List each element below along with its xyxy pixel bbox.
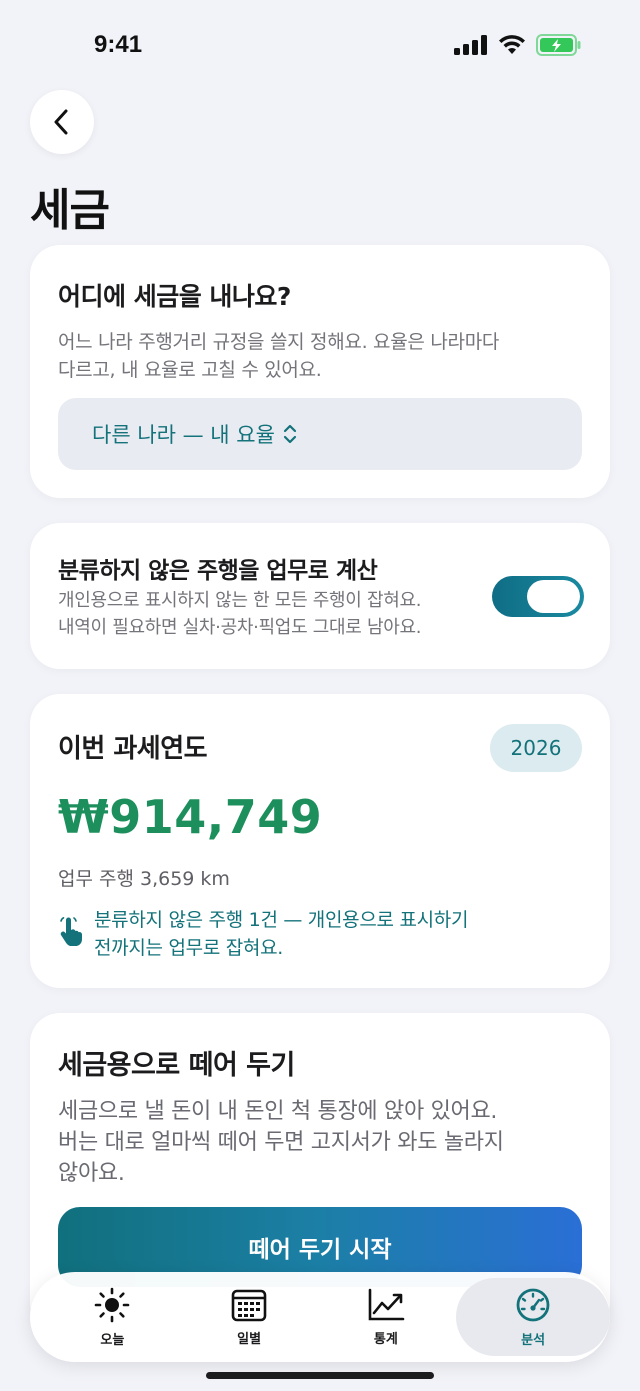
home-indicator [206, 1372, 434, 1379]
page-title: 세금 [30, 185, 110, 236]
tab-daily[interactable]: 일별 [181, 1278, 318, 1356]
chevron-left-icon [54, 109, 68, 135]
year-badge[interactable]: 2026 [490, 724, 582, 772]
status-time: 9:41 [94, 31, 143, 58]
tab-bar: 오늘 일별 통계 분석 [30, 1272, 610, 1362]
setaside-card-title: 세금용으로 떼어 두기 [58, 1050, 295, 1081]
calendar-icon [231, 1289, 267, 1321]
tab-stats[interactable]: 통계 [318, 1278, 455, 1356]
tax-year-card: 이번 과세연도 2026 ₩914,749 업무 주행 3,659 km 분류하… [30, 694, 610, 988]
setaside-desc-line-3: 않아요. [58, 1161, 125, 1186]
back-button[interactable] [30, 90, 94, 154]
country-card-description: 어느 나라 주행거리 규정을 쓸지 정해요. 요율은 나라마다 다르고, 내 요… [58, 328, 499, 384]
unclassified-desc-line-2: 내역이 필요하면 실차·공차·픽업도 그대로 남아요. [58, 617, 422, 638]
unclassified-card-description: 개인용으로 표시하지 않는 한 모든 주행이 잡혀요. 내역이 필요하면 실차·… [58, 587, 421, 641]
country-select-value: 다른 나라 — 내 요율 [92, 423, 275, 447]
note-line-2: 전까지는 업무로 잡혀요. [94, 937, 284, 959]
tax-year-title: 이번 과세연도 [58, 734, 208, 764]
gauge-icon [516, 1288, 550, 1321]
unclassified-desc-line-1: 개인용으로 표시하지 않는 한 모든 주행이 잡혀요. [58, 590, 422, 611]
tab-today-label: 오늘 [100, 1332, 125, 1348]
sun-icon [95, 1287, 130, 1322]
chevron-up-down-icon [283, 424, 297, 444]
wifi-icon [499, 35, 525, 54]
hand-pointer-icon [60, 917, 82, 946]
tab-today[interactable]: 오늘 [44, 1278, 181, 1356]
country-desc-line-2: 다르고, 내 요율로 고칠 수 있어요. [58, 359, 322, 381]
chart-icon [368, 1288, 405, 1320]
tab-analysis[interactable]: 분석 [456, 1278, 610, 1356]
tab-daily-label: 일별 [237, 1331, 262, 1347]
status-bar: 9:41 [0, 0, 640, 92]
tax-amount: ₩914,749 [58, 790, 323, 844]
status-icons [454, 34, 582, 56]
signal-icon [454, 35, 487, 55]
country-desc-line-1: 어느 나라 주행거리 규정을 쓸지 정해요. 요율은 나라마다 [58, 331, 500, 353]
unclassified-card-title: 분류하지 않은 주행을 업무로 계산 [58, 558, 378, 584]
unclassified-note: 분류하지 않은 주행 1건 — 개인용으로 표시하기 전까지는 업무로 잡혀요. [94, 906, 468, 962]
setaside-card-description: 세금으로 낼 돈이 내 돈인 척 통장에 앉아 있어요. 버는 대로 얼마씩 떼… [58, 1096, 504, 1189]
toggle-knob [527, 580, 580, 613]
country-select[interactable]: 다른 나라 — 내 요율 [58, 398, 582, 470]
battery-charging-icon [536, 34, 581, 56]
tab-stats-label: 통계 [373, 1331, 398, 1347]
note-line-1: 분류하지 않은 주행 1건 — 개인용으로 표시하기 [94, 909, 469, 931]
setaside-desc-line-2: 버는 대로 얼마씩 떼어 두면 고지서가 와도 놀라지 [58, 1130, 504, 1155]
country-card-title: 어디에 세금을 내나요? [58, 282, 291, 311]
unclassified-toggle[interactable] [492, 576, 584, 617]
tab-analysis-label: 분석 [521, 1332, 546, 1348]
setaside-desc-line-1: 세금으로 낼 돈이 내 돈인 척 통장에 앉아 있어요. [58, 1099, 498, 1124]
unclassified-card: 분류하지 않은 주행을 업무로 계산 개인용으로 표시하지 않는 한 모든 주행… [30, 523, 610, 669]
country-card: 어디에 세금을 내나요? 어느 나라 주행거리 규정을 쓸지 정해요. 요율은 … [30, 245, 610, 498]
business-distance: 업무 주행 3,659 km [58, 868, 230, 890]
